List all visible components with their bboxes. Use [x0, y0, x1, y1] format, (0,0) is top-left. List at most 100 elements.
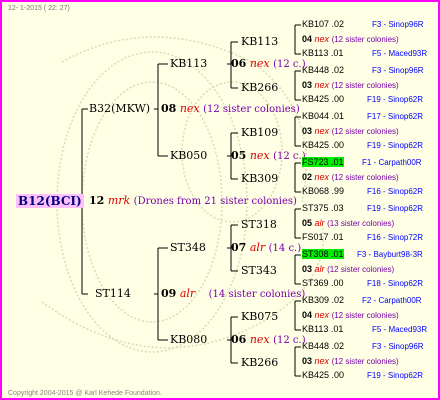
gen4-row: KB448 .02 — [302, 342, 344, 351]
gen4-row: KB068 .99 — [302, 187, 344, 196]
gen2-grp: nex — [249, 149, 270, 162]
gen4-mid-num: 03 — [302, 126, 313, 136]
gen4-num: .00 — [331, 278, 344, 288]
root-grp: mrk — [107, 194, 131, 207]
gen4-id: KB113 — [302, 48, 329, 58]
gen3-id: KB113 — [241, 35, 279, 48]
gen4-source: F5 - Maced93R — [372, 49, 428, 58]
gen4-id: KB448 — [302, 341, 330, 351]
gen4-source: F3 - Bayburt98-3R — [357, 250, 423, 259]
gen4-mid-grp: nex — [314, 310, 330, 320]
gen4-num: .02 — [331, 341, 345, 351]
gen4-row: KB044 .01 — [302, 112, 344, 121]
gen3-id: KB266 — [241, 81, 279, 94]
gen4-mid: 03 alr (12 sister colonies) — [302, 265, 394, 274]
gen4-mid-note: (12 sister colonies) — [331, 173, 399, 182]
gen2-num: 05 — [231, 149, 247, 162]
gen4-mid-grp: nex — [314, 172, 330, 182]
gen4-source: F16 - Sinop72R — [367, 233, 424, 242]
gen2-note: (12 c.) — [273, 151, 306, 162]
gen1-info: 09 alr (14 sister colonies) — [161, 288, 305, 300]
gen2-grp: alr — [249, 241, 266, 254]
gen4-mid: 04 nex (12 sister colonies) — [302, 35, 399, 44]
gen4-source: F19 - Sinop62R — [367, 204, 424, 213]
gen2-note: (12 c.) — [273, 59, 306, 70]
gen4-num: .02 — [331, 19, 345, 29]
gen4-num: .02 — [331, 295, 345, 305]
gen4-source: F17 - Sinop62R — [367, 112, 424, 121]
gen4-id: KB044 — [302, 111, 330, 121]
gen3-id: KB075 — [241, 310, 279, 323]
gen4-mid: 02 nex (12 sister colonies) — [302, 173, 399, 182]
gen4-mid-num: 03 — [302, 356, 313, 366]
gen4-source: F19 - Sinop62R — [367, 141, 424, 150]
gen4-row: KB309 .02 — [302, 296, 344, 305]
gen4-source: F3 - Sinop96R — [372, 20, 424, 29]
gen1-note: (12 sister colonies) — [203, 104, 300, 115]
gen2-num: 06 — [231, 57, 247, 70]
root-num: 12 — [89, 194, 105, 207]
gen4-row: KB107 .02 — [302, 20, 344, 29]
gen2-id: KB050 — [170, 149, 208, 162]
gen1-id: ST114 — [95, 287, 131, 300]
gen4-id: KB113 — [302, 324, 329, 334]
gen4-id: KB425 — [302, 370, 330, 380]
timestamp-header: 12- 1-2015 ( 22: 27) — [8, 5, 70, 12]
gen4-id: ST308 — [302, 249, 329, 259]
gen3-id: KB309 — [241, 172, 279, 185]
gen4-row: ST369 .00 — [302, 279, 344, 288]
gen4-source: F19 - Sinop62R — [367, 95, 424, 104]
gen4-mid-num: 03 — [302, 80, 313, 90]
gen2-note: (14 c.) — [268, 243, 302, 254]
gen4-mid: 03 nex (12 sister colonies) — [302, 81, 399, 90]
gen4-row: KB113 .01 — [302, 325, 343, 334]
gen4-mid: 03 nex (12 sister colonies) — [302, 127, 399, 136]
gen4-source: F18 - Sinop62R — [367, 279, 424, 288]
gen2-info: 06 nex (12 c.) — [231, 334, 306, 346]
gen4-num: .03 — [331, 203, 344, 213]
gen4-mid-num: 04 — [302, 34, 313, 44]
root-note: (Drones from 21 sister colonies) — [133, 196, 297, 207]
gen4-id: KB448 — [302, 65, 330, 75]
gen4-id: FS723 — [302, 157, 329, 167]
gen4-num: .00 — [331, 94, 345, 104]
gen2-info: 05 nex (12 c.) — [231, 150, 306, 162]
gen4-id: FS017 — [302, 232, 329, 242]
gen4-source: F2 - Carpath00R — [362, 296, 422, 305]
gen4-mid: 04 nex (12 sister colonies) — [302, 311, 399, 320]
gen4-mid-note: (12 sister colonies) — [331, 81, 399, 90]
gen4-row: KB425 .00 — [302, 371, 344, 380]
gen4-mid-note: (12 sister colonies) — [331, 357, 399, 366]
gen4-mid: 03 nex (12 sister colonies) — [302, 357, 399, 366]
gen4-row: FS017 .01 — [302, 233, 344, 242]
gen4-mid-note: (12 sister colonies) — [327, 265, 395, 274]
root-queen-info: 12 mrk (Drones from 21 sister colonies) — [89, 195, 297, 207]
gen4-id: ST369 — [302, 278, 329, 288]
gen1-grp: alr — [179, 287, 196, 300]
gen4-source: F19 - Sinop62R — [367, 371, 424, 380]
gen4-mid-grp: nex — [314, 34, 330, 44]
gen4-mid-num: 04 — [302, 310, 313, 320]
gen4-row: KB425 .00 — [302, 95, 344, 104]
gen4-source: F3 - Sinop96R — [372, 66, 424, 75]
gen4-id: ST375 — [302, 203, 329, 213]
gen1-num: 09 — [161, 287, 177, 300]
gen4-mid-grp: alr — [314, 218, 325, 228]
gen4-id: KB425 — [302, 140, 330, 150]
gen4-source: F5 - Maced93R — [372, 325, 428, 334]
gen4-num: .01 — [331, 249, 344, 259]
gen4-num: .99 — [331, 186, 345, 196]
gen2-id: ST348 — [170, 241, 206, 254]
gen4-num: .00 — [331, 370, 345, 380]
gen4-row: KB113 .01 — [302, 49, 343, 58]
pedigree-frame: 12- 1-2015 ( 22: 27) B12(BCI) 12 mrk (Dr… — [0, 0, 440, 400]
gen4-source: F3 - Sinop96R — [372, 342, 424, 351]
gen4-mid-num: 03 — [302, 264, 313, 274]
gen2-num: 07 — [231, 241, 247, 254]
gen4-row: KB448 .02 — [302, 66, 344, 75]
gen4-num: .02 — [331, 65, 345, 75]
gen1-info: 08 nex (12 sister colonies) — [161, 103, 300, 115]
gen1-grp: nex — [179, 102, 200, 115]
gen4-num: .01 — [331, 157, 344, 167]
gen4-num: .01 — [330, 324, 344, 334]
